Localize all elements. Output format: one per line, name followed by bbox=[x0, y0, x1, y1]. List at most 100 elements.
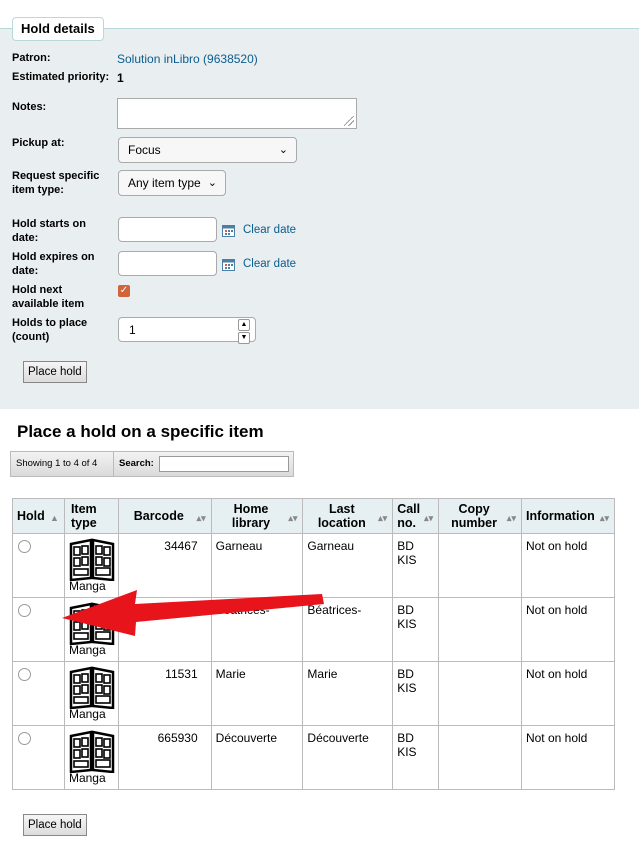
hold-radio[interactable] bbox=[18, 540, 31, 553]
stepper-down-icon[interactable]: ▼ bbox=[238, 332, 250, 344]
information-cell: Not on hold bbox=[520, 661, 616, 726]
manga-itemtype-icon bbox=[69, 538, 115, 581]
call-no-value: BD KIS bbox=[397, 667, 417, 695]
home-library-value: Marie bbox=[215, 667, 246, 681]
last-location-value: Découverte bbox=[307, 731, 369, 745]
next-available-checkbox[interactable]: ✓ bbox=[118, 285, 130, 297]
home-library-value: Découverte bbox=[215, 731, 278, 745]
datatable-search-label: Search: bbox=[119, 458, 154, 469]
item-type-label: Manga bbox=[68, 771, 106, 785]
copy-number-value bbox=[439, 726, 521, 736]
pickup-select[interactable]: Focus ⌄ bbox=[118, 137, 297, 163]
table-row: Manga 34467 Garneau Garneau BD KIS Not on hol… bbox=[12, 533, 616, 598]
information-cell: Not on hold bbox=[520, 725, 616, 790]
stepper-up-icon[interactable]: ▲ bbox=[238, 319, 250, 331]
call-no-cell: BD KIS bbox=[392, 661, 440, 726]
barcode-cell bbox=[117, 597, 212, 662]
sort-icon: ▴▾ bbox=[196, 513, 206, 523]
information-value: Not on hold bbox=[525, 667, 588, 681]
barcode-value: 11531 bbox=[165, 667, 198, 681]
patron-label: Patron: bbox=[12, 52, 51, 64]
place-hold-button-bottom[interactable]: Place hold bbox=[23, 814, 87, 836]
information-cell: Not on hold bbox=[520, 533, 616, 598]
item-type-cell: Manga bbox=[63, 661, 119, 726]
col-hold[interactable]: Hold ▲ bbox=[12, 498, 65, 534]
hold-expires-input[interactable] bbox=[118, 251, 217, 276]
sort-icon: ▴▾ bbox=[506, 513, 516, 523]
table-header-row: Hold ▲ Item type Barcode ▴▾ Home library ▴▾… bbox=[12, 498, 616, 534]
home-library-cell: Béatrices- bbox=[210, 597, 304, 662]
call-no-cell: BD KIS bbox=[392, 597, 440, 662]
sort-asc-icon: ▲ bbox=[50, 513, 59, 523]
expires-clear-date-link[interactable]: Clear date bbox=[243, 258, 296, 270]
table-row: Manga 665930 Découverte Découverte BD KIS Not… bbox=[12, 725, 616, 790]
home-library-value: Garneau bbox=[215, 539, 263, 553]
resize-grip-icon[interactable] bbox=[344, 116, 354, 126]
last-location-cell: Découverte bbox=[302, 725, 394, 790]
barcode-value bbox=[119, 598, 211, 603]
copy-number-value bbox=[439, 598, 521, 608]
calendar-icon[interactable] bbox=[222, 258, 235, 271]
barcode-cell: 11531 bbox=[117, 661, 212, 726]
sort-icon: ▴▾ bbox=[599, 513, 609, 523]
datatable-toolbar: Showing 1 to 4 of 4 Search: bbox=[10, 451, 294, 477]
col-copy-number[interactable]: Copy number ▴▾ bbox=[438, 498, 522, 534]
item-type-label: Request specific item type: bbox=[12, 170, 100, 196]
starts-clear-date-link[interactable]: Clear date bbox=[243, 224, 296, 236]
pickup-select-value: Focus bbox=[128, 143, 161, 157]
calendar-icon[interactable] bbox=[222, 224, 235, 237]
barcode-value: 34467 bbox=[164, 539, 198, 553]
datatable-info: Showing 1 to 4 of 4 bbox=[11, 452, 114, 476]
col-last-location[interactable]: Last location ▴▾ bbox=[302, 498, 394, 534]
last-location-cell: Garneau bbox=[302, 533, 394, 598]
manga-itemtype-icon bbox=[69, 602, 115, 645]
hold-radio[interactable] bbox=[18, 604, 31, 617]
copy-number-value bbox=[439, 662, 521, 672]
barcode-cell: 665930 bbox=[117, 725, 212, 790]
count-label: Holds to place (count) bbox=[12, 317, 88, 343]
holds-count-stepper[interactable]: 1 ▲ ▼ bbox=[118, 317, 256, 344]
last-location-cell: Béatrices- bbox=[302, 597, 394, 662]
item-type-label: Manga bbox=[68, 707, 106, 721]
barcode-value: 665930 bbox=[157, 731, 198, 745]
col-information[interactable]: Information ▴▾ bbox=[520, 498, 616, 534]
notes-textarea[interactable] bbox=[117, 98, 357, 129]
item-type-cell: Manga bbox=[63, 533, 119, 598]
col-home-library[interactable]: Home library ▴▾ bbox=[210, 498, 304, 534]
last-location-cell: Marie bbox=[302, 661, 394, 726]
call-no-value: BD KIS bbox=[397, 539, 417, 567]
patron-link[interactable]: Solution inLibro (9638520) bbox=[117, 52, 258, 66]
col-item-type[interactable]: Item type bbox=[63, 498, 119, 534]
stepper-arrows[interactable]: ▲ ▼ bbox=[238, 319, 250, 344]
hold-radio[interactable] bbox=[18, 668, 31, 681]
call-no-value: BD KIS bbox=[397, 603, 417, 631]
next-available-label: Hold next available item bbox=[12, 284, 85, 310]
manga-itemtype-icon bbox=[69, 730, 115, 773]
item-type-label: Manga bbox=[68, 643, 106, 657]
sort-icon: ▴▾ bbox=[378, 513, 388, 523]
starts-label: Hold starts on date: bbox=[12, 218, 86, 244]
hold-radio[interactable] bbox=[18, 732, 31, 745]
sort-icon: ▴▾ bbox=[288, 513, 298, 523]
col-barcode[interactable]: Barcode ▴▾ bbox=[117, 498, 212, 534]
hold-starts-input[interactable] bbox=[118, 217, 217, 242]
last-location-value: Béatrices- bbox=[307, 603, 362, 617]
place-hold-button-top[interactable]: Place hold bbox=[23, 361, 87, 383]
expires-label: Hold expires on date: bbox=[12, 251, 95, 277]
hold-cell bbox=[12, 597, 65, 662]
last-location-value: Garneau bbox=[307, 539, 355, 553]
home-library-cell: Découverte bbox=[210, 725, 304, 790]
datatable-search-input[interactable] bbox=[159, 456, 289, 472]
table-row: Manga 11531 Marie Marie BD KIS Not on hold bbox=[12, 661, 616, 726]
col-call-no[interactable]: Call no. ▴▾ bbox=[392, 498, 440, 534]
notes-label: Notes: bbox=[12, 101, 47, 113]
manga-itemtype-icon bbox=[69, 666, 115, 709]
item-type-select[interactable]: Any item type ⌄ bbox=[118, 170, 226, 196]
home-library-cell: Marie bbox=[210, 661, 304, 726]
information-value: Not on hold bbox=[525, 539, 588, 553]
item-type-select-value: Any item type bbox=[128, 176, 201, 190]
home-library-value: Béatrices- bbox=[215, 603, 270, 617]
hold-details-legend: Hold details bbox=[12, 17, 104, 41]
chevron-down-icon: ⌄ bbox=[207, 177, 217, 189]
call-no-cell: BD KIS bbox=[392, 533, 440, 598]
